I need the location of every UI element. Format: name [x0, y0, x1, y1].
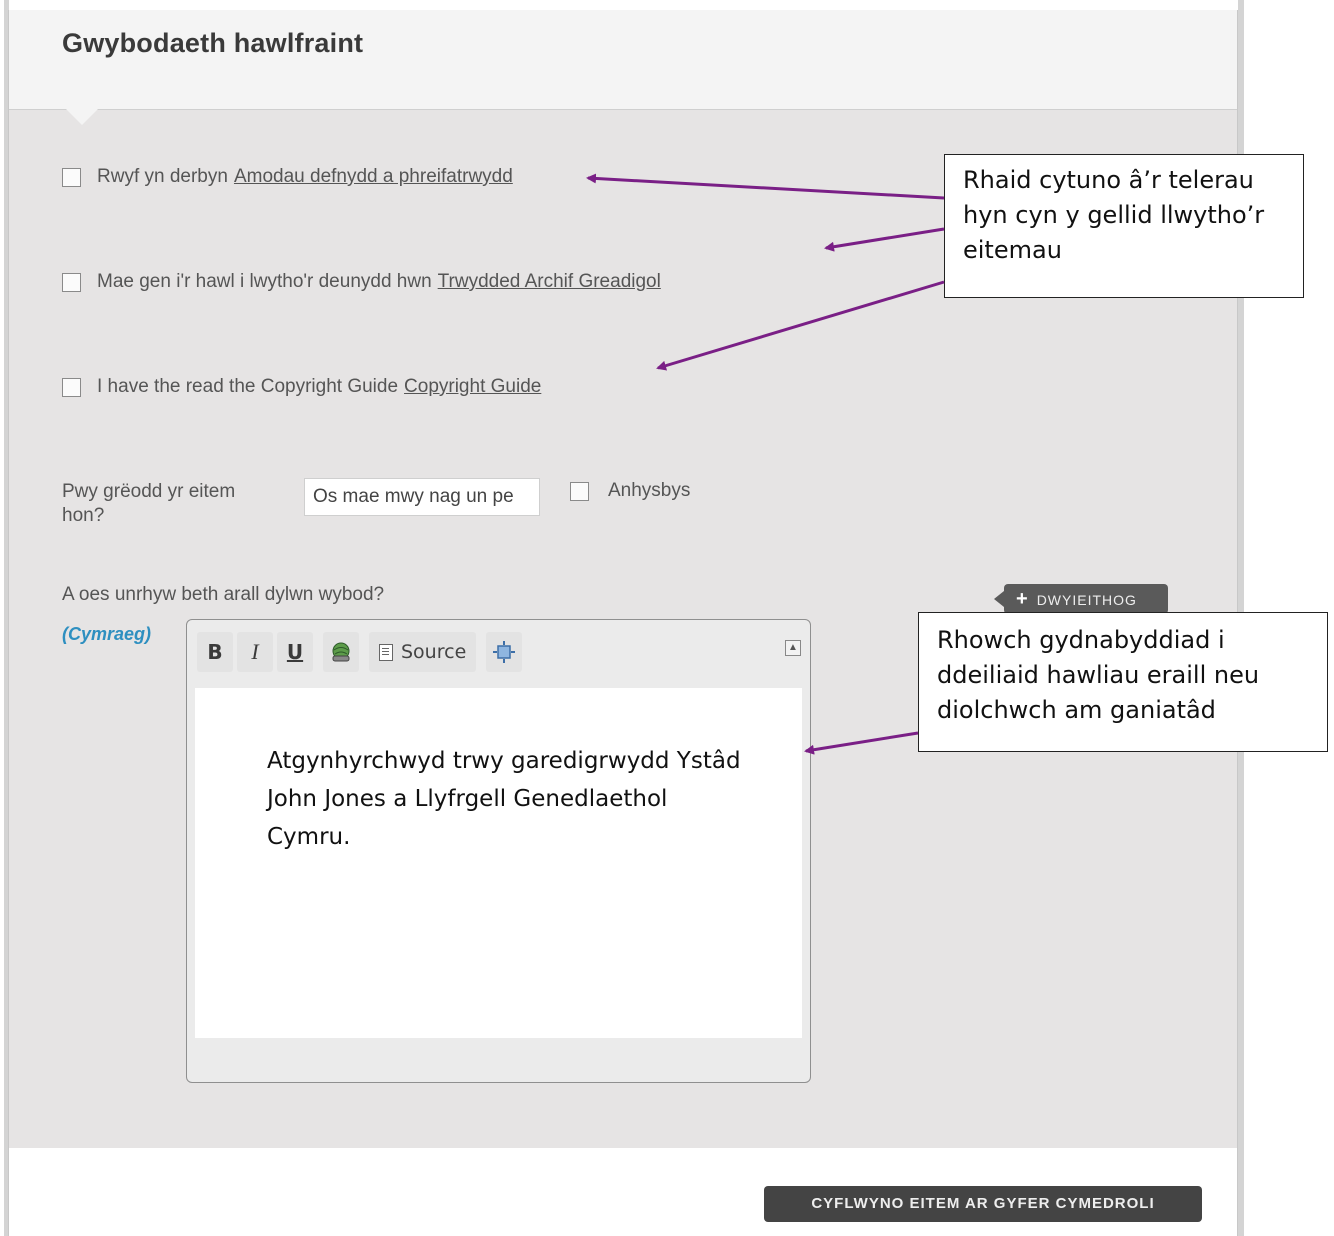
italic-button[interactable]: I	[237, 632, 273, 672]
document-icon	[379, 643, 393, 661]
unknown-row	[570, 482, 605, 501]
editor-text: Atgynhyrchwyd trwy garedigrwydd Ystâd Jo…	[267, 748, 741, 850]
agreement-rights-row: Mae gen i'r hawl i lwytho'r deunydd hwn …	[62, 271, 661, 293]
bold-button[interactable]: B	[197, 632, 233, 672]
agreement-rights-checkbox[interactable]	[62, 272, 81, 292]
header-notch	[66, 109, 98, 125]
link-globe-icon	[332, 642, 350, 662]
terms-callout: Rhaid cytuno â’r telerau hyn cyn y gelli…	[944, 154, 1304, 298]
source-button-label: Source	[401, 641, 467, 663]
language-label: (Cymraeg)	[62, 624, 152, 644]
page-title: Gwybodaeth hawlfraint	[62, 28, 364, 58]
maximize-button[interactable]	[486, 632, 523, 672]
submit-button[interactable]: CYFLWYNO EITEM AR GYFER CYMEDROLI	[764, 1186, 1202, 1222]
agreement-guide-link[interactable]: Copyright Guide	[404, 376, 541, 398]
agreement-terms-text: Rwyf yn derbyn	[97, 166, 228, 187]
acknowledge-callout: Rhowch gydnabyddiad i ddeiliaid hawliau …	[918, 612, 1328, 752]
plus-icon: +	[1016, 588, 1029, 610]
notes-question: A oes unrhyw beth arall dylwn wybod?	[62, 584, 385, 605]
unknown-label: Anhysbys	[608, 480, 691, 501]
agreement-guide-row: I have the read the Copyright Guide Copy…	[62, 376, 541, 398]
source-button[interactable]: Source	[369, 632, 477, 672]
bilingual-button[interactable]: + DWYIEITHOG	[994, 584, 1168, 614]
section-header: Gwybodaeth hawlfraint	[9, 10, 1237, 110]
agreement-guide-checkbox[interactable]	[62, 377, 81, 397]
agreement-guide-text: I have the read the Copyright Guide	[97, 376, 399, 397]
agreement-terms-checkbox[interactable]	[62, 167, 81, 187]
bilingual-button-label: DWYIEITHOG	[1036, 592, 1137, 608]
creator-label: Pwy grëodd yr eitem hon?	[62, 481, 236, 526]
maximize-icon	[493, 641, 516, 663]
underline-button[interactable]: U	[277, 632, 313, 672]
editor-toolbar: B I U Source	[197, 628, 526, 676]
link-button[interactable]	[323, 632, 359, 672]
agreement-rights-link[interactable]: Trwydded Archif Greadigol	[438, 271, 661, 293]
creator-input[interactable]	[304, 478, 540, 516]
agreement-terms-row: Rwyf yn derbyn Amodau defnydd a phreifat…	[62, 166, 513, 188]
agreement-terms-link[interactable]: Amodau defnydd a phreifatrwydd	[234, 166, 513, 188]
rich-text-editor: B I U Source ▲ Atgynhyrchwyd trwy garedi…	[186, 619, 811, 1083]
unknown-checkbox[interactable]	[570, 482, 589, 501]
editor-content-area[interactable]: Atgynhyrchwyd trwy garedigrwydd Ystâd Jo…	[195, 688, 802, 1038]
collapse-toolbar-button[interactable]: ▲	[785, 640, 801, 656]
agreement-rights-text: Mae gen i'r hawl i lwytho'r deunydd hwn	[97, 271, 432, 292]
